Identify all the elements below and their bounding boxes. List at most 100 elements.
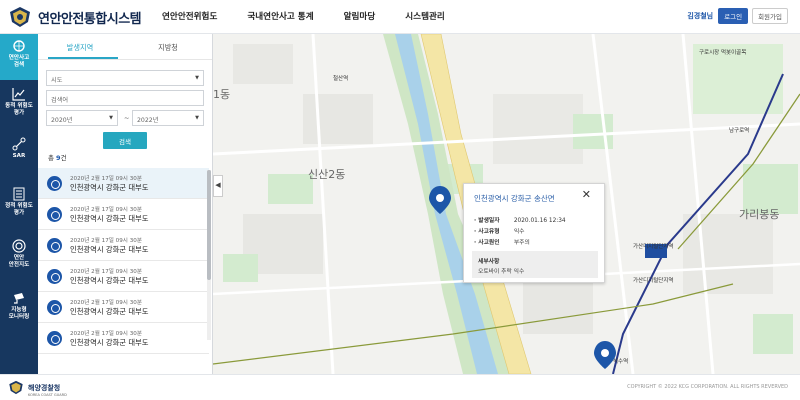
nav-coastal-risk[interactable]: 연안안전위험도 bbox=[162, 10, 217, 22]
year-to-value: 2022년 bbox=[137, 117, 159, 124]
coast-guard-badge-icon bbox=[47, 300, 62, 315]
chart-line-icon bbox=[12, 88, 25, 101]
rail-label: 평가 bbox=[13, 110, 25, 116]
rail-item-monitoring[interactable]: 지능형 모니터링 bbox=[0, 286, 38, 332]
list-item[interactable]: 2020년 2월 17일 09시 30분 인천광역시 강화군 대부도 bbox=[38, 168, 209, 199]
accident-date: 2020년 2월 17일 09시 30분 bbox=[70, 300, 142, 306]
accident-place: 인천광역시 강화군 대부도 bbox=[70, 245, 149, 254]
app-root: 연안안전통합시스템 연안안전위험도 국내연안사고 통계 알림마당 시스템관리 김… bbox=[0, 0, 800, 400]
rail-label: SAR bbox=[12, 153, 26, 159]
panel-collapse-toggle[interactable]: ◀ bbox=[213, 175, 223, 197]
main-nav: 연안안전위험도 국내연안사고 통계 알림마당 시스템관리 bbox=[162, 10, 475, 22]
coast-guard-badge-icon bbox=[47, 238, 62, 253]
join-button[interactable]: 회원가입 bbox=[752, 8, 788, 24]
popup-detail-value: 오토바이 추락 익수 bbox=[478, 269, 525, 275]
map-area-label: 1동 bbox=[213, 88, 231, 101]
popup-key-text: 사고원인 bbox=[478, 240, 500, 246]
popup-key: · 사고원인 bbox=[474, 240, 500, 246]
region-select[interactable]: 시도 ▼ bbox=[46, 70, 204, 86]
lifebuoy-icon bbox=[12, 239, 26, 253]
accident-place: 인천광역시 강화군 대부도 bbox=[70, 276, 149, 285]
popup-key-text: 발생일자 bbox=[478, 218, 500, 224]
active-tab-indicator bbox=[48, 57, 118, 59]
nav-system-admin[interactable]: 시스템관리 bbox=[405, 10, 445, 22]
accident-list: 2020년 2월 17일 09시 30분 인천광역시 강화군 대부도 2020년… bbox=[38, 168, 209, 368]
footer-org-name-en: KOREA COAST GUARD bbox=[28, 393, 67, 397]
cctv-icon bbox=[14, 293, 24, 304]
footer: 해양경찰청 KOREA COAST GUARD COPYRIGHT © 2022… bbox=[0, 374, 800, 400]
rail-item-safety-map[interactable]: 연안 안전지도 bbox=[0, 234, 38, 280]
year-to-select[interactable]: 2022년 ▼ bbox=[132, 110, 204, 126]
accident-date: 2020년 2월 17일 09시 30분 bbox=[70, 269, 142, 275]
user-area: 김경철님 로그인 회원가입 bbox=[687, 8, 788, 24]
app-title: 연안안전통합시스템 bbox=[38, 11, 142, 27]
rail-item-static-risk[interactable]: 정적 위험도 평가 bbox=[0, 182, 38, 228]
accident-place: 인천광역시 강화군 대부도 bbox=[70, 214, 149, 223]
list-scrollbar[interactable] bbox=[207, 170, 211, 340]
popup-value: 부주의 bbox=[513, 240, 530, 246]
result-count: 총 9건 bbox=[48, 152, 67, 162]
nav-accident-stats[interactable]: 국내연안사고 통계 bbox=[247, 10, 313, 22]
accident-detail-popup: 인천광역시 강화군 송산면 ✕ · 발생일자 2020.01.16 12:34 … bbox=[463, 183, 605, 283]
popup-detail-box: 세부사항 오토바이 추락 익수 bbox=[472, 251, 598, 278]
accident-place: 인천광역시 강화군 대부도 bbox=[70, 338, 149, 347]
popup-key: · 사고유형 bbox=[474, 229, 500, 235]
popup-value: 2020.01.16 12:34 bbox=[513, 218, 566, 224]
year-from-value: 2020년 bbox=[51, 117, 73, 124]
list-item[interactable]: 2020년 2월 17일 09시 30분 인천광역시 강화군 대부도 bbox=[38, 323, 209, 354]
popup-row-date: · 발생일자 2020.01.16 12:34 bbox=[474, 215, 566, 224]
popup-key-text: 사고유형 bbox=[478, 229, 500, 235]
coast-guard-emblem-icon bbox=[9, 380, 23, 395]
coast-guard-badge-icon bbox=[47, 331, 62, 346]
rail-label: 연안 bbox=[13, 255, 25, 261]
range-separator: ~ bbox=[124, 114, 130, 122]
chevron-down-icon: ▼ bbox=[109, 115, 113, 121]
rail-label: 평가 bbox=[13, 210, 25, 216]
popup-detail-title: 세부사항 bbox=[478, 259, 500, 265]
search-input[interactable]: 검색어 bbox=[46, 90, 204, 106]
scrollbar-thumb[interactable] bbox=[207, 170, 211, 280]
popup-row-type: · 사고유형 익수 bbox=[474, 226, 525, 235]
list-item[interactable]: 2020년 2월 17일 09시 30분 인천광역시 강화군 대부도 bbox=[38, 292, 209, 323]
top-header: 연안안전통합시스템 연안안전위험도 국내연안사고 통계 알림마당 시스템관리 김… bbox=[0, 0, 800, 34]
footer-org-name: 해양경찰청 bbox=[28, 383, 61, 392]
app-logo[interactable]: 연안안전통합시스템 bbox=[8, 6, 142, 28]
result-count-suffix: 건 bbox=[60, 154, 67, 162]
list-item[interactable]: 2020년 2월 17일 09시 30분 인천광역시 강화군 대부도 bbox=[38, 199, 209, 230]
close-icon[interactable]: ✕ bbox=[582, 188, 591, 201]
tab-region[interactable]: 발생지역 bbox=[40, 43, 120, 53]
rail-label: 검색 bbox=[13, 62, 25, 68]
year-from-select[interactable]: 2020년 ▼ bbox=[46, 110, 118, 126]
list-item[interactable]: 2020년 2월 17일 09시 30분 인천광역시 강화군 대부도 bbox=[38, 230, 209, 261]
rail-item-dynamic-risk[interactable]: 동적 위험도 평가 bbox=[0, 82, 38, 128]
map-station-label: 가산디지털단지역 bbox=[633, 244, 674, 250]
map-area-label: 신산2동 bbox=[308, 168, 346, 181]
region-select-value: 시도 bbox=[51, 77, 63, 84]
coast-guard-emblem-icon bbox=[10, 7, 30, 27]
map-poi-label: 구로시장 먹봇이골목 bbox=[699, 50, 747, 56]
accident-place: 인천광역시 강화군 대부도 bbox=[70, 307, 149, 316]
rail-item-sar[interactable]: SAR bbox=[0, 132, 38, 178]
rail-label: 모니터링 bbox=[8, 314, 30, 320]
nav-notice-board[interactable]: 알림마당 bbox=[344, 10, 376, 22]
coast-guard-badge-icon bbox=[47, 176, 62, 191]
chevron-down-icon: ▼ bbox=[195, 115, 199, 121]
left-rail: 연안사고 검색 동적 위험도 평가 SAR 정적 위험도 평가 연안 안전지도 … bbox=[0, 34, 38, 374]
search-input-placeholder: 검색어 bbox=[51, 97, 69, 104]
result-count-prefix: 총 bbox=[48, 154, 57, 162]
coast-guard-badge-icon bbox=[47, 207, 62, 222]
login-button[interactable]: 로그인 bbox=[718, 8, 749, 24]
map-station-label: 가산디지털단지역 bbox=[633, 278, 674, 284]
rail-label: 연안사고 bbox=[8, 55, 30, 61]
user-name: 김경철님 bbox=[687, 12, 714, 20]
search-button[interactable]: 검색 bbox=[103, 132, 147, 149]
accident-place: 인천광역시 강화군 대부도 bbox=[70, 183, 149, 192]
tab-district-office[interactable]: 지방청 bbox=[128, 43, 208, 53]
rail-item-accident-search[interactable]: 연안사고 검색 bbox=[0, 34, 38, 80]
rail-label: 안전지도 bbox=[8, 262, 30, 268]
sar-icon bbox=[12, 137, 26, 151]
search-panel: 발생지역 지방청 시도 ▼ 검색어 2020년 ▼ ~ 2022년 ▼ 검색 총… bbox=[38, 34, 213, 374]
rail-label: 정적 위험도 bbox=[5, 203, 33, 209]
popup-title: 인천광역시 강화군 송산면 bbox=[474, 194, 555, 203]
list-item[interactable]: 2020년 2월 17일 09시 30분 인천광역시 강화군 대부도 bbox=[38, 261, 209, 292]
